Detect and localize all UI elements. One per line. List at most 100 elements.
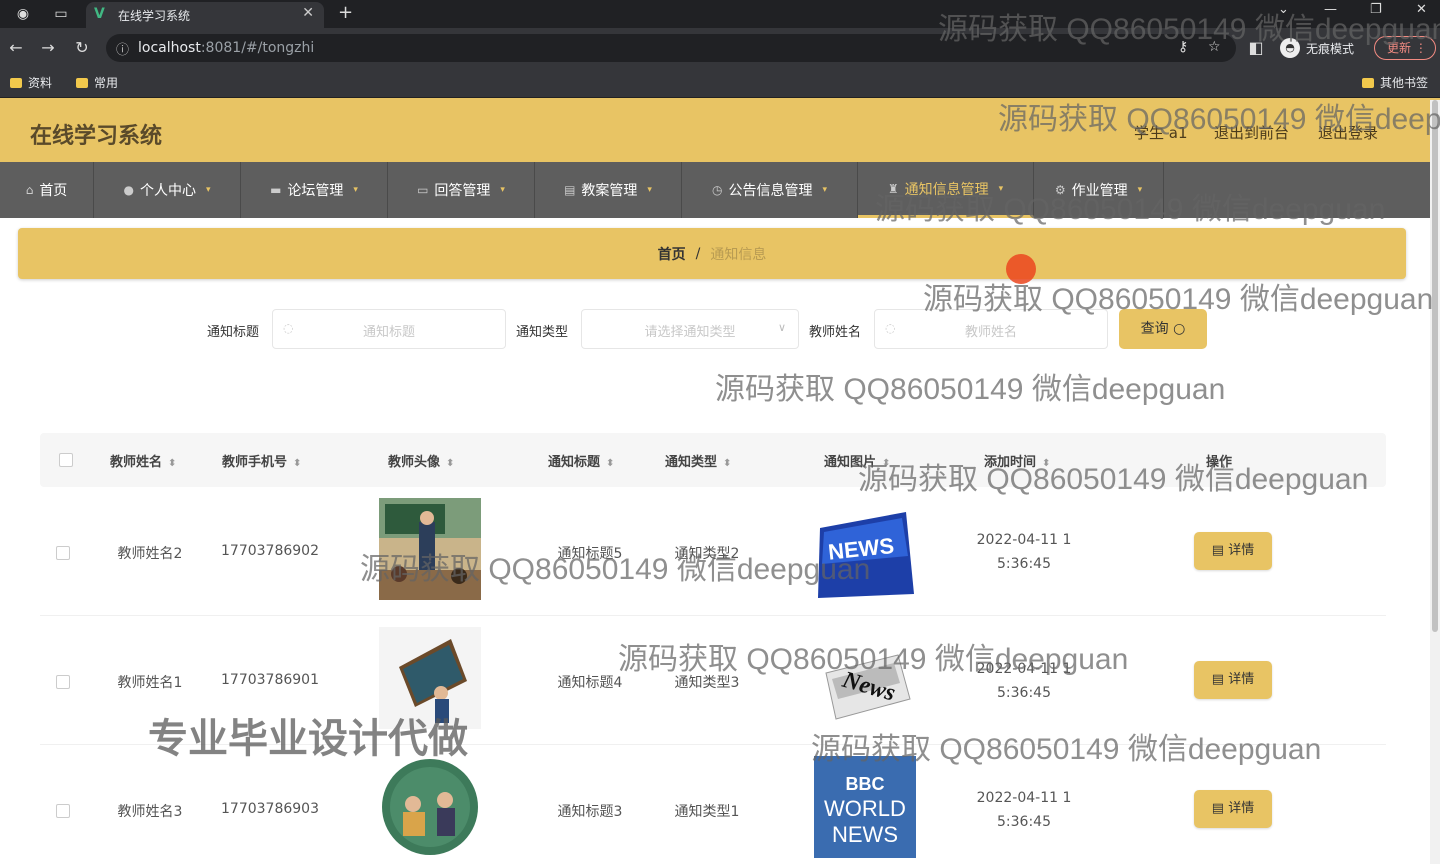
sort-icon[interactable]: ⬍ (606, 458, 614, 469)
tab-strip-icon[interactable]: ▭ (52, 5, 70, 23)
browser-menu-icon[interactable]: ◉ (14, 5, 32, 23)
detail-label: 详情 (1228, 543, 1255, 558)
type-filter-label: 通知类型 (516, 325, 569, 340)
other-bookmarks[interactable]: 其他书签 (1362, 74, 1428, 91)
table-header: 教师姓名 ⬍ 教师手机号 ⬍ 教师头像 ⬍ 通知标题 ⬍ 通知类型 ⬍ 通知图片 ⬍ 添加时… (40, 433, 1386, 487)
row-checkbox[interactable] (56, 675, 70, 689)
notice-type: 通知类型1 (674, 804, 740, 820)
chevron-down-icon: ▾ (822, 185, 827, 195)
tab-close-icon[interactable]: ✕ (302, 5, 314, 21)
column-header[interactable]: 通知图片 ⬍ (824, 451, 890, 470)
sort-icon[interactable]: ⬍ (293, 458, 301, 469)
breadcrumb-home[interactable]: 首页 (658, 244, 686, 264)
select-all-checkbox[interactable] (59, 453, 73, 467)
bookmark-folder-2[interactable]: 常用 (76, 74, 118, 91)
sort-icon[interactable]: ⬍ (446, 458, 454, 469)
notice-image[interactable]: BBC WORLD NEWS (814, 756, 916, 858)
home-icon: ⌂ (25, 183, 34, 197)
notice-image[interactable]: NEWS (814, 498, 916, 600)
detail-button[interactable]: ▤ 详情 (1194, 532, 1272, 570)
nav-label: 通知信息管理 (904, 181, 989, 198)
other-bookmarks-label: 其他书签 (1380, 76, 1429, 90)
incognito-label: 无痕模式 (1306, 41, 1355, 56)
app-header: 在线学习系统 学生 a1 退出到前台 退出登录 (0, 98, 1440, 162)
chevron-down-icon: ∨ (777, 321, 786, 334)
teacher-name: 教师姓名2 (117, 546, 183, 562)
page-scrollbar[interactable] (1430, 100, 1440, 864)
bbc-text: BBC (846, 774, 885, 794)
close-window-button[interactable]: ✕ (1416, 2, 1427, 17)
forward-button[interactable]: → (38, 38, 58, 57)
column-header[interactable]: 通知标题 ⬍ (548, 451, 614, 470)
update-button[interactable]: 更新 ⋮ (1374, 36, 1436, 60)
notice-image[interactable]: News (814, 627, 916, 729)
sort-icon[interactable]: ⬍ (882, 458, 890, 469)
nav-answers[interactable]: ▭ 回答管理 ▾ (388, 162, 535, 218)
nav-notifications[interactable]: ♜ 通知信息管理 ▾ (858, 162, 1034, 218)
logout-link[interactable]: 退出登录 (1318, 122, 1378, 143)
sort-icon[interactable]: ⬍ (723, 458, 731, 469)
row-checkbox[interactable] (56, 804, 70, 818)
browser-tabbar: ◉ ▭ V 在线学习系统 ✕ + ⌄ — ❐ ✕ (0, 0, 1440, 28)
scrollbar-thumb[interactable] (1432, 100, 1438, 632)
row-checkbox[interactable] (56, 546, 70, 560)
site-info-icon[interactable]: ⓘ (116, 39, 129, 58)
update-label: 更新 (1387, 41, 1412, 55)
bookmark-star-icon[interactable]: ☆ (1208, 39, 1221, 55)
teacher-filter-placeholder: 教师姓名 (964, 325, 1017, 340)
incognito-indicator[interactable]: ◓ 无痕模式 (1280, 34, 1354, 62)
password-key-icon[interactable]: ⚷ (1178, 39, 1188, 55)
title-filter-input[interactable]: ◌ 通知标题 (272, 309, 506, 349)
sort-icon[interactable]: ⬍ (1042, 458, 1050, 469)
reload-button[interactable]: ↻ (72, 38, 92, 57)
title-filter-label: 通知标题 (207, 325, 260, 340)
teacher-avatar[interactable] (379, 627, 481, 729)
folder-icon (10, 77, 22, 88)
notice-icon: ◷ (711, 183, 723, 197)
detail-button[interactable]: ▤ 详情 (1194, 790, 1272, 828)
teacher-avatar[interactable] (379, 498, 481, 600)
detail-button[interactable]: ▤ 详情 (1194, 661, 1272, 699)
nav-label: 个人中心 (139, 183, 196, 199)
address-bar[interactable]: ⓘ localhost:8081/#/tongzhi ⚷ ☆ (106, 34, 1236, 62)
column-header[interactable]: 添加时间 ⬍ (984, 451, 1050, 470)
teacher-filter-input[interactable]: ◌ 教师姓名 (874, 309, 1108, 349)
type-filter-select[interactable]: 请选择通知类型 ∨ (581, 309, 799, 349)
column-header[interactable]: 通知类型 ⬍ (665, 451, 731, 470)
browser-tab[interactable]: V 在线学习系统 ✕ (86, 2, 324, 28)
forum-icon: ▬ (270, 183, 282, 197)
nav-personal-center[interactable]: ● 个人中心 ▾ (94, 162, 241, 218)
nav-home[interactable]: ⌂ 首页 (0, 162, 94, 218)
nav-announcements[interactable]: ◷ 公告信息管理 ▾ (682, 162, 858, 218)
minimize-button[interactable]: — (1324, 2, 1337, 17)
document-icon: ▤ (1211, 801, 1225, 816)
teacher-avatar[interactable] (379, 756, 481, 858)
back-button[interactable]: ← (6, 38, 26, 57)
query-button[interactable]: 查询 ○ (1119, 309, 1207, 349)
bookmark-folder-1[interactable]: 资料 (10, 74, 52, 91)
detail-label: 详情 (1228, 672, 1255, 687)
column-header[interactable]: 教师头像 ⬍ (388, 451, 454, 470)
breadcrumb-current: 通知信息 (710, 246, 767, 263)
sort-icon[interactable]: ⬍ (168, 458, 176, 469)
add-time: 2022-04-11 1 5:36:45 (976, 790, 1072, 830)
tab-search-icon[interactable]: ⌄ (1278, 2, 1289, 17)
teacher-name: 教师姓名3 (117, 804, 183, 820)
nav-lessons[interactable]: ▤ 教案管理 ▾ (535, 162, 682, 218)
teacher-phone: 17703786902 (221, 543, 319, 559)
back-to-front-link[interactable]: 退出到前台 (1214, 122, 1289, 143)
incognito-icon: ◓ (1280, 38, 1300, 58)
restore-button[interactable]: ❐ (1370, 2, 1382, 17)
nav-homework[interactable]: ⚙ 作业管理 ▾ (1034, 162, 1164, 218)
side-panel-icon[interactable]: ◧ (1246, 38, 1266, 57)
nav-forum[interactable]: ▬ 论坛管理 ▾ (241, 162, 388, 218)
nav-label: 公告信息管理 (728, 183, 813, 199)
column-header[interactable]: 教师姓名 ⬍ (110, 451, 176, 470)
nav-label: 回答管理 (434, 183, 491, 199)
nav-label: 教案管理 (581, 183, 638, 199)
new-tab-button[interactable]: + (338, 2, 353, 23)
column-header: 操作 (1206, 455, 1233, 470)
notice-title: 通知标题5 (557, 546, 623, 562)
column-header[interactable]: 教师手机号 ⬍ (222, 451, 301, 470)
homework-icon: ⚙ (1054, 183, 1066, 197)
